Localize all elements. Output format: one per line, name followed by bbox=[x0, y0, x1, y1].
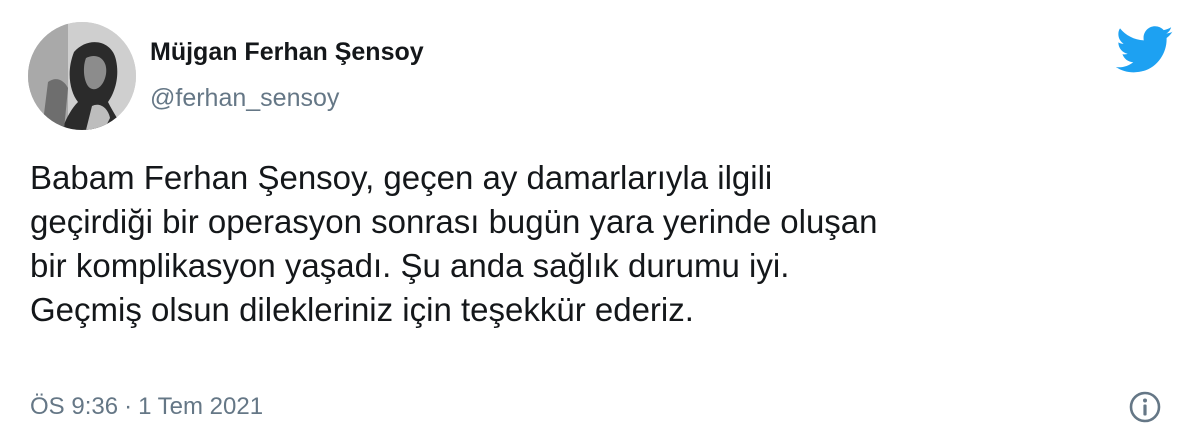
tweet-card: Müjgan Ferhan Şensoy @ferhan_sensoy Baba… bbox=[0, 0, 1200, 446]
tweet-text-line: Geçmiş olsun dilekleriniz için teşekkür … bbox=[30, 291, 694, 328]
tweet-date[interactable]: 1 Tem 2021 bbox=[138, 393, 263, 420]
info-icon[interactable] bbox=[1128, 390, 1162, 424]
tweet-text-line: Babam Ferhan Şensoy, geçen ay damarlarıy… bbox=[30, 159, 773, 196]
tweet-text-line: geçirdiği bir operasyon sonrası bugün ya… bbox=[30, 203, 878, 240]
tweet-timestamp[interactable]: ÖS 9:36 · 1 Tem 2021 bbox=[30, 393, 263, 421]
avatar[interactable] bbox=[28, 22, 136, 130]
meta-separator: · bbox=[124, 393, 133, 420]
author-handle[interactable]: @ferhan_sensoy bbox=[150, 84, 339, 113]
author-display-name[interactable]: Müjgan Ferhan Şensoy bbox=[150, 38, 424, 67]
profile-photo bbox=[28, 22, 136, 130]
tweet-text: Babam Ferhan Şensoy, geçen ay damarlarıy… bbox=[30, 156, 1170, 332]
tweet-text-line: bir komplikasyon yaşadı. Şu anda sağlık … bbox=[30, 247, 790, 284]
twitter-bird-icon[interactable] bbox=[1115, 26, 1174, 74]
tweet-time[interactable]: ÖS 9:36 bbox=[30, 393, 118, 420]
